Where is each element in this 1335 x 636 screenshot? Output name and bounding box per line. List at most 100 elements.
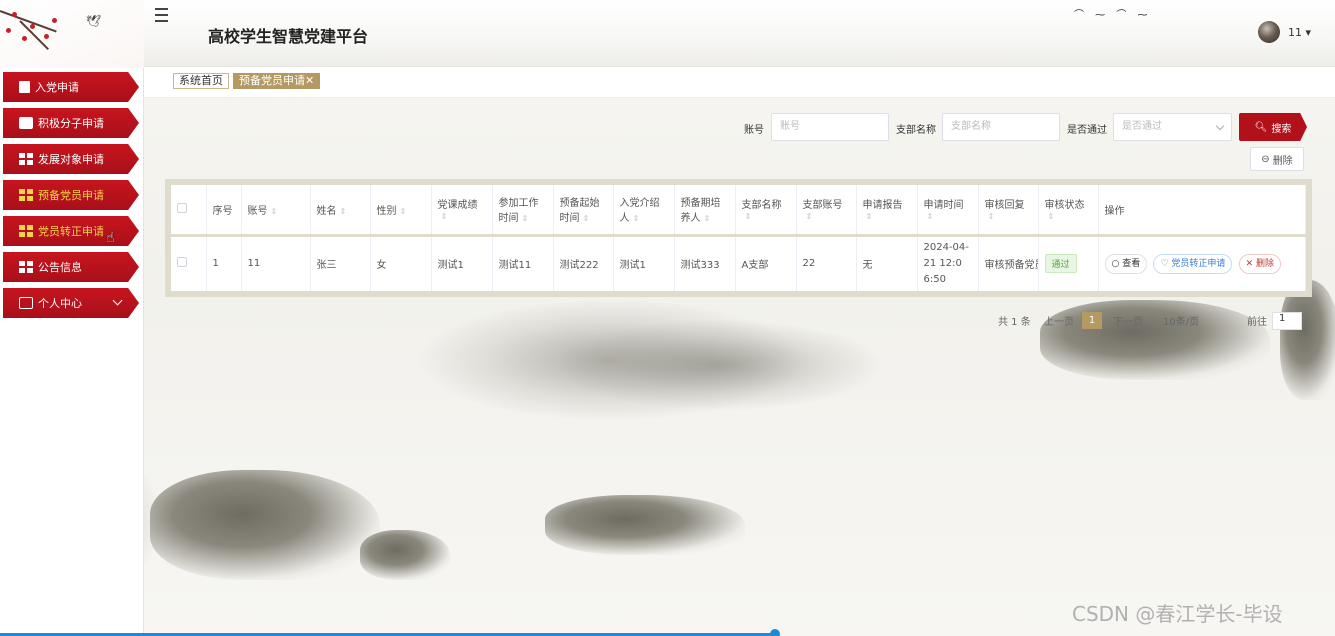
cell-report: 无 [856, 235, 918, 291]
column-header[interactable]: 审核状态 ⇕ [1038, 185, 1099, 237]
account-label: 账号 [744, 125, 764, 136]
column-header[interactable]: 性别 ⇕ [370, 185, 432, 237]
cell-reply: 审核预备党员 [978, 235, 1039, 291]
pager-current-page[interactable]: 1 [1082, 312, 1102, 329]
sort-icon[interactable]: ⇕ [745, 212, 752, 221]
cell-apply-time: 2024-04-21 12:06:50 [917, 235, 979, 291]
sort-icon[interactable]: ⇕ [704, 214, 711, 223]
select-all-cell [171, 185, 207, 237]
column-header[interactable]: 审核回复 ⇕ [978, 185, 1039, 237]
passed-select-value: 是否通过 [1122, 121, 1162, 132]
sidebar-item-label: 个人中心 [38, 297, 82, 310]
sort-icon[interactable]: ⇕ [583, 214, 590, 223]
avatar[interactable] [1258, 21, 1280, 43]
cell-branch: A支部 [735, 235, 797, 291]
cell-name: 张三 [310, 235, 371, 291]
sort-icon[interactable]: ⇕ [866, 212, 873, 221]
user-menu[interactable]: 11 ▾ [1288, 26, 1311, 39]
sidebar-item-personal-center[interactable]: 个人中心 [3, 288, 139, 318]
batch-delete-button[interactable]: ⊖ 删除 [1250, 147, 1304, 171]
sidebar-item-announcements[interactable]: 公告信息 [3, 252, 139, 282]
search-button[interactable]: 🔍︎ 搜索 [1239, 113, 1307, 141]
view-button[interactable]: ○ 查看 [1104, 253, 1148, 274]
column-header: 序号 [206, 185, 242, 237]
column-header[interactable]: 账号 ⇕ [241, 185, 311, 237]
pager-total: 共 1 条 [998, 317, 1031, 328]
column-header[interactable]: 支部名称 ⇕ [735, 185, 797, 237]
tab-probationary-member[interactable]: 预备党员申请✕ [233, 73, 321, 89]
column-header[interactable]: 姓名 ⇕ [310, 185, 371, 237]
sidebar-item-activist-application[interactable]: 积极分子申请 [3, 108, 139, 138]
status-badge: 通过 [1044, 254, 1077, 274]
top-header: 高校学生智慧党建平台 ⌒ ⁓ ⌒ ⁓ 11 ▾ [144, 0, 1335, 67]
column-header[interactable]: 参加工作时间 ⇕ [492, 185, 554, 237]
cell-operations: ○ 查看 ♡ 党员转正申请 ✕ 删除 [1098, 235, 1306, 291]
sort-icon[interactable]: ⇕ [441, 212, 448, 221]
sidebar-item-label: 入党申请 [35, 81, 79, 94]
progress-handle[interactable] [770, 629, 780, 636]
heart-icon: ♡ [1160, 258, 1169, 269]
sidebar-item-label: 公告信息 [38, 261, 82, 274]
column-header[interactable]: 预备期培养人 ⇕ [674, 185, 736, 237]
grid-icon [19, 189, 33, 201]
tab-bar: 系统首页 预备党员申请✕ [144, 67, 1335, 98]
table-header-row: 序号 账号 ⇕ 姓名 ⇕ 性别 ⇕ 党课成绩 ⇕ 参加工作时间 ⇕ 预备起始时间 ⇕ 入党介… [171, 185, 1306, 237]
grid-icon [19, 225, 33, 237]
sort-icon[interactable]: ⇕ [633, 214, 640, 223]
delete-button[interactable]: ✕ 删除 [1238, 253, 1282, 274]
sidebar: 🕊 入党申请 积极分子申请 发展对象申请 预备党员申请 党员转正申请 公告信息 [0, 0, 144, 636]
tab-home[interactable]: 系统首页 [173, 73, 229, 89]
cell-branch-account: 22 [796, 235, 857, 291]
passed-select[interactable]: 是否通过 [1113, 113, 1232, 141]
cell-score: 测试1 [431, 235, 493, 291]
select-all-checkbox[interactable] [177, 202, 187, 213]
grid-icon [19, 261, 33, 273]
pager-prev[interactable]: 上一页 [1044, 313, 1074, 328]
branch-label: 支部名称 [896, 125, 936, 136]
sort-icon[interactable]: ⇕ [400, 207, 407, 216]
sidebar-item-label: 党员转正申请 [38, 225, 104, 238]
pager-page-size[interactable]: 10条/页 [1163, 313, 1199, 328]
cell-status: 通过 [1038, 235, 1099, 291]
sidebar-item-full-membership[interactable]: 党员转正申请 [3, 216, 139, 246]
calendar-icon [19, 297, 33, 309]
column-header[interactable]: 申请时间 ⇕ [917, 185, 979, 237]
column-header[interactable]: 支部账号 ⇕ [796, 185, 857, 237]
sort-icon[interactable]: ⇕ [340, 207, 347, 216]
column-header[interactable]: 申请报告 ⇕ [856, 185, 918, 237]
row-select-cell [171, 235, 207, 291]
close-icon: ✕ [1245, 258, 1254, 269]
sidebar-item-probationary-member[interactable]: 预备党员申请 [3, 180, 139, 210]
sort-icon[interactable]: ⇕ [522, 214, 529, 223]
column-header[interactable]: 入党介绍人 ⇕ [613, 185, 675, 237]
batch-delete-label: 删除 [1272, 155, 1293, 167]
branch-input[interactable]: 支部名称 [942, 113, 1060, 141]
sidebar-item-label: 预备党员申请 [38, 189, 104, 202]
hand-cursor-icon: ☝ [106, 230, 115, 246]
pager-next[interactable]: 下一页 [1113, 313, 1143, 328]
full-membership-apply-button[interactable]: ♡ 党员转正申请 [1153, 253, 1233, 274]
pager-goto-input[interactable]: 1 [1272, 312, 1302, 330]
search-icon: 🔍︎ [1254, 121, 1268, 133]
sidebar-item-development-target[interactable]: 发展对象申请 [3, 144, 139, 174]
plum-blossom-decoration: 🕊 [0, 0, 144, 68]
cell-gender: 女 [370, 235, 432, 291]
sort-icon[interactable]: ⇕ [988, 212, 995, 221]
birds-decoration: ⌒ ⁓ ⌒ ⁓ [1074, 10, 1152, 21]
passed-label: 是否通过 [1067, 125, 1107, 136]
cell-introducer: 测试1 [613, 235, 675, 291]
sort-icon[interactable]: ⇕ [271, 207, 278, 216]
column-header[interactable]: 预备起始时间 ⇕ [553, 185, 614, 237]
minus-circle-icon: ⊖ [1261, 153, 1270, 165]
cell-start-time: 测试222 [553, 235, 614, 291]
account-input[interactable]: 账号 [771, 113, 889, 141]
chevron-down-icon [112, 295, 123, 306]
row-checkbox[interactable] [177, 257, 187, 268]
sort-icon[interactable]: ⇕ [806, 212, 813, 221]
sort-icon[interactable]: ⇕ [927, 212, 934, 221]
hamburger-menu-icon[interactable] [150, 8, 168, 24]
sidebar-item-party-application[interactable]: 入党申请 [3, 72, 139, 102]
column-header[interactable]: 党课成绩 ⇕ [431, 185, 493, 237]
ticket-icon [19, 117, 33, 129]
sort-icon[interactable]: ⇕ [1048, 212, 1055, 221]
